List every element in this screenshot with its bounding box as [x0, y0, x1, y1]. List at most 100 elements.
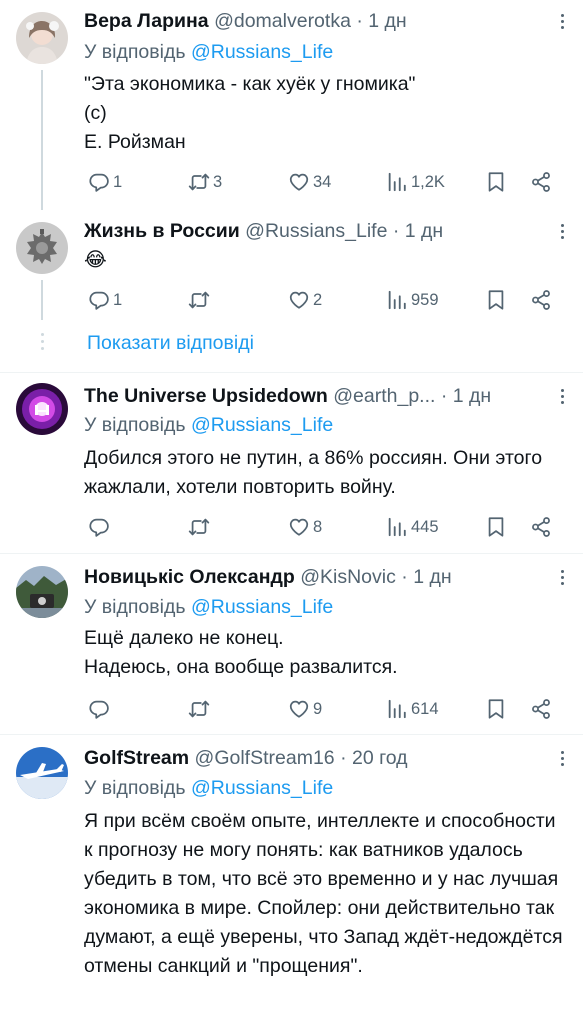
author-handle[interactable]: @domalverotka: [214, 10, 351, 32]
reply-count: 1: [113, 172, 123, 191]
thread-dots: [41, 333, 44, 354]
reply-prefix: У відповідь: [84, 414, 186, 436]
author-name[interactable]: Вера Ларина: [84, 10, 209, 32]
timestamp[interactable]: · 1 дн: [441, 385, 491, 407]
avatar[interactable]: [16, 222, 68, 274]
retweet-button[interactable]: [188, 512, 213, 542]
share-button[interactable]: [530, 512, 552, 542]
tweet-text: "Эта экономика - как хуёк у гномика" (с)…: [84, 73, 416, 153]
bookmark-button[interactable]: [485, 694, 507, 724]
tweet-text: 😂: [84, 249, 107, 271]
reply-mention-link[interactable]: @Russians_Life: [191, 41, 333, 63]
author-handle[interactable]: @earth_p...: [333, 385, 435, 407]
share-button[interactable]: [530, 167, 552, 197]
reply-icon: [88, 171, 110, 193]
tweet-5[interactable]: GolfStream @GolfStream16 · 20 год У відп…: [0, 735, 583, 1024]
more-options-icon[interactable]: [559, 224, 565, 246]
retweet-count: 3: [213, 172, 223, 191]
like-button[interactable]: 8: [288, 512, 322, 542]
reply-prefix: У відповідь: [84, 596, 186, 618]
retweet-button[interactable]: [188, 694, 213, 724]
views-count: 959: [411, 290, 439, 309]
heart-icon: [288, 516, 310, 538]
reply-icon: [88, 698, 110, 720]
author-name[interactable]: Новицькіс Олександр: [84, 566, 295, 588]
views-count: 614: [411, 699, 439, 718]
author-name[interactable]: Жизнь в России: [84, 220, 240, 242]
reply-mention-link[interactable]: @Russians_Life: [191, 414, 333, 436]
views-icon: [386, 289, 408, 311]
views-button[interactable]: 614: [386, 694, 439, 724]
share-button[interactable]: [530, 285, 552, 315]
reply-context: У відповідь @Russians_Life: [84, 38, 333, 66]
timestamp[interactable]: · 1 дн: [393, 220, 443, 242]
timestamp[interactable]: · 1 дн: [401, 566, 451, 588]
reply-button[interactable]: 1: [88, 167, 122, 197]
reply-button[interactable]: 1: [88, 285, 122, 315]
reply-prefix: У відповідь: [84, 777, 186, 799]
like-count: 2: [313, 290, 323, 309]
tweet-1[interactable]: Вера Ларина @domalverotka · 1 дн У відпо…: [0, 0, 583, 210]
like-count: 8: [313, 517, 323, 536]
avatar[interactable]: [16, 566, 68, 618]
share-button[interactable]: [530, 694, 552, 724]
tweet-2[interactable]: Жизнь в России @Russians_Life · 1 дн 😂 1…: [0, 210, 583, 330]
author-name[interactable]: GolfStream: [84, 747, 189, 769]
tweet-4[interactable]: Новицькіс Олександр @KisNovic · 1 дн У в…: [0, 554, 583, 734]
reply-icon: [88, 289, 110, 311]
reply-mention-link[interactable]: @Russians_Life: [191, 596, 333, 618]
bookmark-icon: [485, 289, 507, 311]
reply-mention-link[interactable]: @Russians_Life: [191, 777, 333, 799]
like-button[interactable]: 34: [288, 167, 331, 197]
timestamp[interactable]: · 20 год: [340, 747, 408, 769]
retweet-button[interactable]: 3: [188, 167, 222, 197]
retweet-button[interactable]: [188, 285, 213, 315]
like-button[interactable]: 9: [288, 694, 322, 724]
like-count: 34: [313, 172, 332, 191]
reply-context: У відповідь @Russians_Life: [84, 411, 333, 439]
tweet-text: Ещё далеко не конец. Надеюсь, она вообще…: [84, 627, 398, 678]
share-icon: [530, 171, 552, 193]
reply-button[interactable]: [88, 512, 113, 542]
like-button[interactable]: 2: [288, 285, 322, 315]
bookmark-button[interactable]: [485, 285, 507, 315]
tweet-3[interactable]: The Universe Upsidedown @earth_p... · 1 …: [0, 373, 583, 553]
retweet-icon: [188, 289, 210, 311]
share-icon: [530, 698, 552, 720]
action-bar: 9 614: [84, 694, 565, 724]
more-options-icon[interactable]: [559, 389, 565, 411]
author-handle[interactable]: @Russians_Life: [245, 220, 387, 242]
reply-context: У відповідь @Russians_Life: [84, 593, 333, 621]
action-bar: 8 445: [84, 512, 565, 542]
more-options-icon[interactable]: [559, 751, 565, 773]
reply-prefix: У відповідь: [84, 41, 186, 63]
retweet-icon: [188, 171, 210, 193]
thread-line: [41, 280, 43, 320]
views-button[interactable]: 1,2K: [386, 167, 445, 197]
bookmark-icon: [485, 698, 507, 720]
author-handle[interactable]: @GolfStream16: [195, 747, 335, 769]
more-options-icon[interactable]: [559, 14, 565, 36]
retweet-icon: [188, 698, 210, 720]
reply-button[interactable]: [88, 694, 113, 724]
bookmark-icon: [485, 171, 507, 193]
views-button[interactable]: 445: [386, 512, 439, 542]
avatar[interactable]: [16, 383, 68, 435]
avatar[interactable]: [16, 12, 68, 64]
author-name[interactable]: The Universe Upsidedown: [84, 385, 328, 407]
bookmark-icon: [485, 516, 507, 538]
avatar[interactable]: [16, 747, 68, 799]
views-icon: [386, 516, 408, 538]
tweet-text: Добился этого не путин, а 86% россиян. О…: [84, 447, 543, 498]
heart-icon: [288, 698, 310, 720]
views-button[interactable]: 959: [386, 285, 439, 315]
bookmark-button[interactable]: [485, 167, 507, 197]
more-options-icon[interactable]: [559, 570, 565, 592]
like-count: 9: [313, 699, 323, 718]
bookmark-button[interactable]: [485, 512, 507, 542]
timestamp[interactable]: · 1 дн: [356, 10, 406, 32]
action-bar: 1 2 959: [84, 285, 565, 315]
action-bar: 1 3 34 1,2K: [84, 167, 565, 197]
show-replies-link[interactable]: Показати відповіді: [87, 328, 254, 358]
author-handle[interactable]: @KisNovic: [300, 566, 396, 588]
